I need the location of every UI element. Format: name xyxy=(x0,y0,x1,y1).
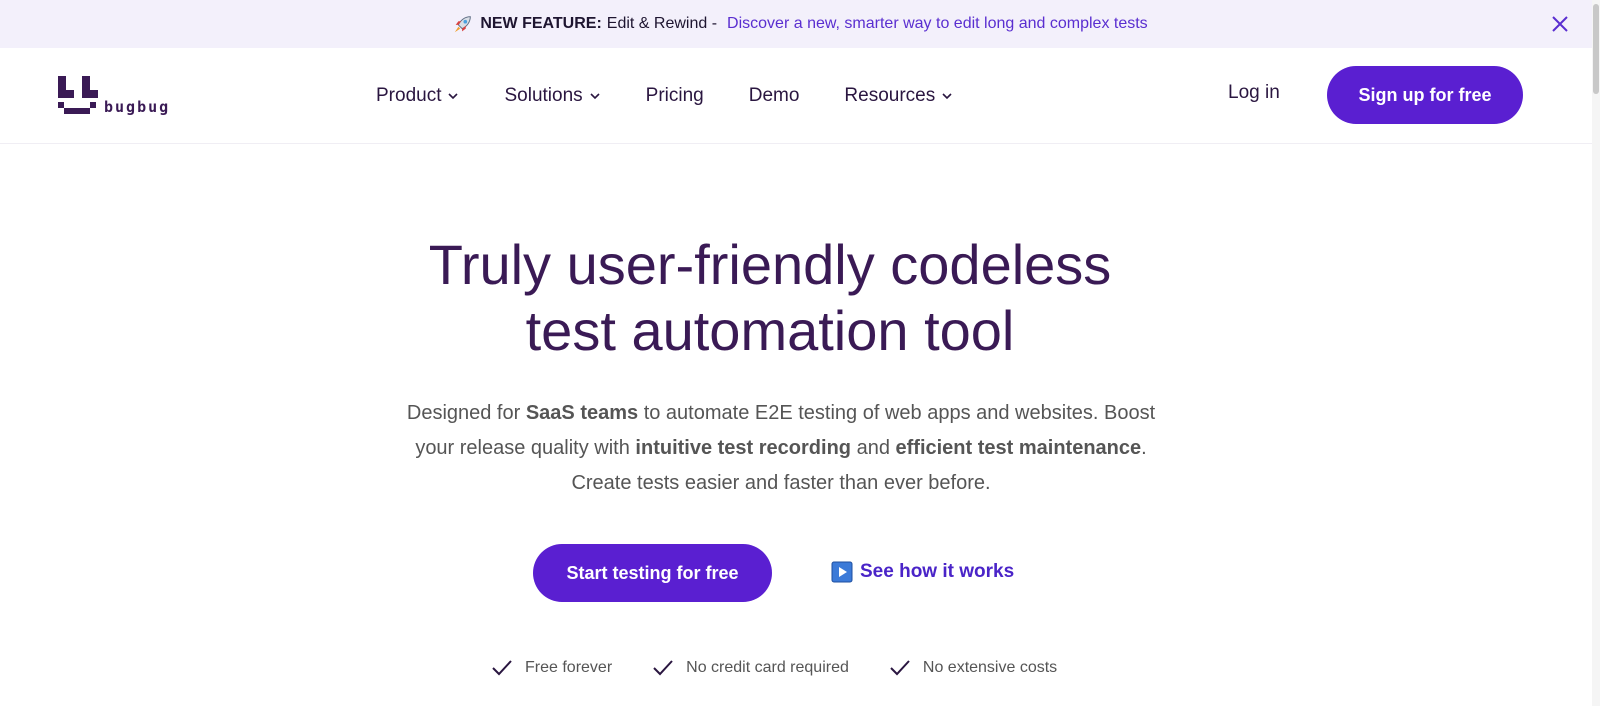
hero-sub-bold: SaaS teams xyxy=(525,402,639,424)
check-icon xyxy=(492,660,512,676)
nav-item-label: Resources xyxy=(844,85,936,106)
see-how-label: See how it works xyxy=(860,561,1015,582)
play-icon xyxy=(831,561,853,583)
list-item: Free forever xyxy=(491,659,612,677)
chevron-down-icon xyxy=(448,93,459,100)
nav-item-solutions[interactable]: Solutions xyxy=(504,85,600,107)
hero-sub-text: and xyxy=(851,437,896,459)
nav-item-label: Pricing xyxy=(645,85,704,106)
logo[interactable]: bugbug xyxy=(58,76,170,116)
hero-title-line2: test automation tool xyxy=(525,299,1015,362)
nav-item-label: Demo xyxy=(748,85,800,106)
announcement-label: NEW FEATURE: xyxy=(480,15,602,32)
logo-text: bugbug xyxy=(104,98,171,116)
benefits-list: Free forever No credit card required No … xyxy=(491,659,1097,677)
close-icon[interactable] xyxy=(1550,14,1570,34)
nav-item-product[interactable]: Product xyxy=(376,85,459,107)
nav-item-label: Solutions xyxy=(504,85,583,106)
scrollbar[interactable] xyxy=(1592,0,1600,706)
hero-subtitle: Designed for SaaS teams to automate E2E … xyxy=(400,396,1162,501)
hero-title: Truly user-friendly codeless test automa… xyxy=(0,232,1540,364)
see-how-it-works-link[interactable]: See how it works xyxy=(831,561,1014,583)
hero-sub-bold: efficient test maintenance xyxy=(895,437,1142,459)
bugbug-logo-icon xyxy=(58,76,98,114)
nav-item-pricing[interactable]: Pricing xyxy=(646,85,704,107)
list-item: No credit card required xyxy=(652,659,849,677)
nav-menu: Product Solutions Pricing Demo Resources xyxy=(376,48,998,144)
benefit-label: No credit card required xyxy=(686,659,849,676)
announcement-bar: NEW FEATURE: Edit & Rewind - Discover a … xyxy=(0,0,1600,48)
hero-title-line1: Truly user-friendly codeless xyxy=(428,233,1112,296)
nav-item-label: Product xyxy=(376,85,442,106)
announcement-link[interactable]: Discover a new, smarter way to edit long… xyxy=(727,15,1148,33)
nav-item-resources[interactable]: Resources xyxy=(844,85,953,107)
benefit-label: Free forever xyxy=(525,659,613,676)
rocket-icon xyxy=(455,16,472,33)
benefit-label: No extensive costs xyxy=(922,659,1058,676)
list-item: No extensive costs xyxy=(889,659,1057,677)
hero-sub-bold: intuitive test recording xyxy=(635,437,852,459)
login-link[interactable]: Log in xyxy=(1228,82,1280,104)
start-testing-button[interactable]: Start testing for free xyxy=(533,544,772,602)
chevron-down-icon xyxy=(590,93,600,100)
signup-button[interactable]: Sign up for free xyxy=(1327,66,1523,124)
hero-sub-text: Designed for xyxy=(406,402,526,424)
nav-item-demo[interactable]: Demo xyxy=(749,85,800,107)
check-icon xyxy=(653,660,673,676)
scrollbar-thumb[interactable] xyxy=(1593,4,1599,94)
chevron-down-icon xyxy=(942,93,952,100)
main-nav: bugbug Product Solutions Pricing Demo Re… xyxy=(0,48,1592,144)
announcement-text: Edit & Rewind - xyxy=(606,15,718,32)
check-icon xyxy=(890,660,910,676)
